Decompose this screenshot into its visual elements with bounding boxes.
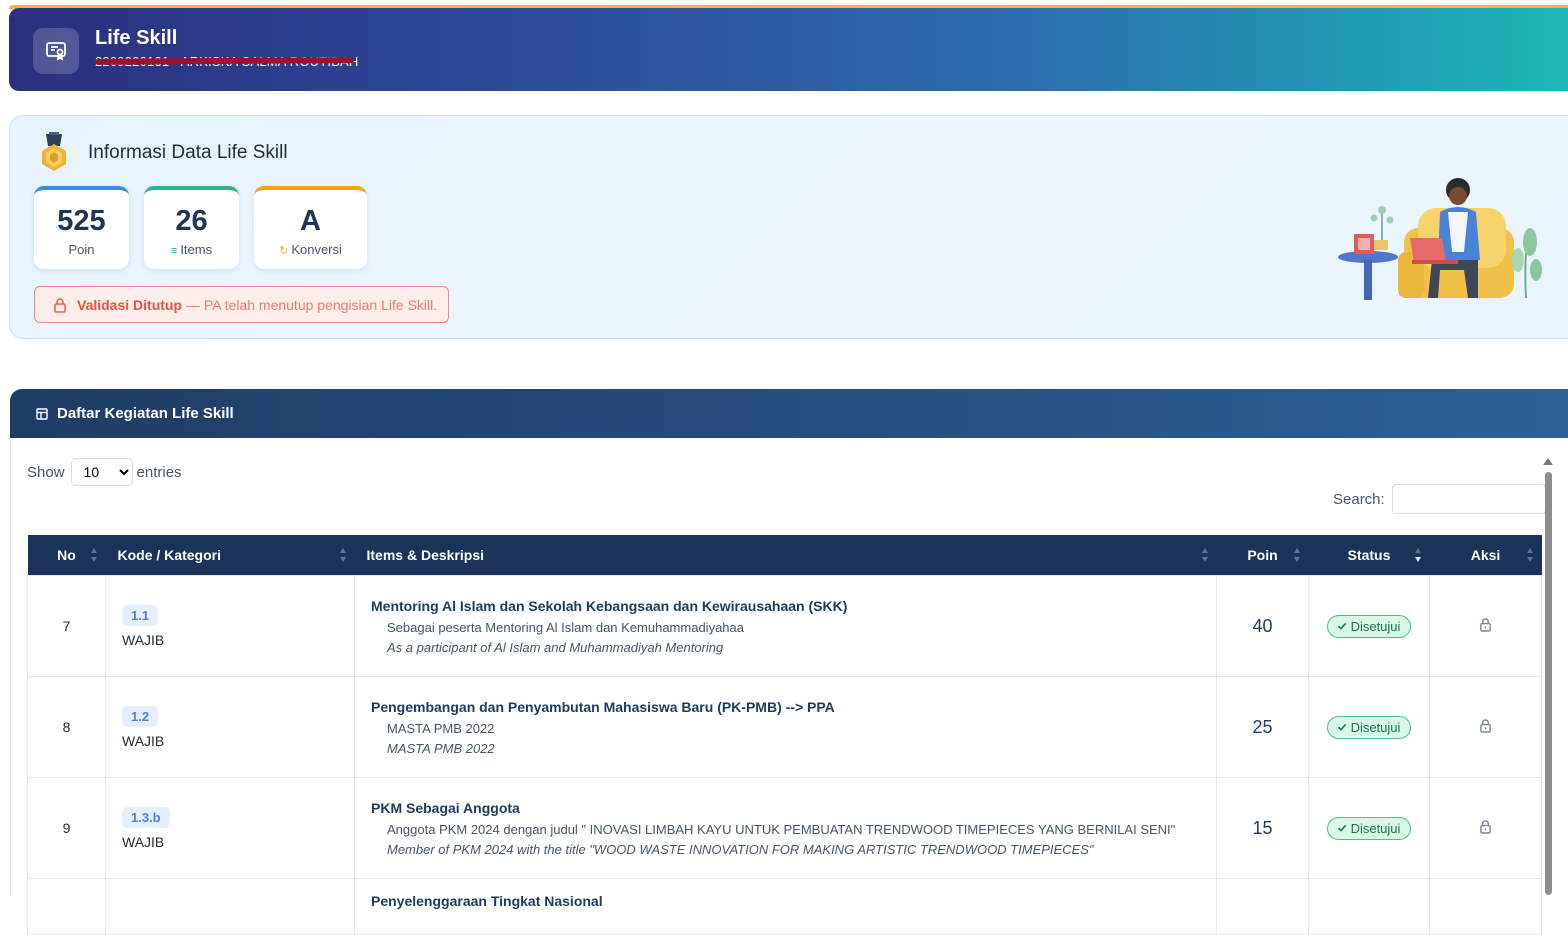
status-badge: Disetujui (1326, 715, 1412, 739)
activity-table: No Kode / Kategori Items & Deskripsi Poi… (27, 535, 1542, 935)
entries-label: entries (136, 463, 182, 481)
check-icon (1337, 824, 1346, 832)
scrollbar-thumb[interactable] (1545, 472, 1552, 895)
stat-label: Konversi (291, 242, 342, 257)
table-row: 9 1.3.b WAJIB PKM Sebagai Anggota Anggot… (27, 777, 1542, 879)
kategori-label: WAJIB (122, 833, 165, 850)
search-control: Search: (1333, 484, 1546, 514)
lock-icon (54, 297, 66, 313)
alert-title: Validasi Ditutup (77, 296, 183, 313)
item-title: PKM Sebagai Anggota (371, 799, 520, 816)
page-header: Life Skill 2209220131 - ARKISKA SALMA RO… (9, 8, 1568, 91)
lock-icon (1480, 719, 1491, 733)
table-row: 8 1.2 WAJIB Pengembangan dan Penyambutan… (27, 676, 1542, 778)
item-description: Anggota PKM 2024 dengan judul " INOVASI … (387, 821, 1176, 837)
sort-icon (90, 548, 98, 562)
row-number: 9 (27, 777, 106, 879)
kode-badge: 1.3.b (122, 806, 170, 828)
sort-icon (1526, 548, 1534, 562)
stat-value: A (300, 205, 321, 237)
table-row: 7 1.1 WAJIB Mentoring Al Islam dan Sekol… (27, 575, 1542, 677)
sort-icon (1293, 548, 1301, 562)
sort-desc-icon (1414, 548, 1422, 562)
kode-badge: 1.2 (122, 705, 159, 727)
column-header-aksi[interactable]: Aksi (1429, 535, 1542, 576)
table-row: Penyelenggaraan Tingkat Nasional (27, 878, 1542, 935)
item-points: 25 (1216, 676, 1309, 778)
status-badge: Disetujui (1326, 816, 1412, 840)
person-laptop-illustration (1338, 178, 1542, 300)
info-card: Informasi Data Life Skill 525 Poin 26 ≡ I… (9, 115, 1568, 339)
item-points: 40 (1216, 575, 1309, 677)
activity-list-title: Daftar Kegiatan Life Skill (57, 405, 234, 422)
activity-list-header: Daftar Kegiatan Life Skill (10, 389, 1568, 438)
stat-card-konversi: A ↻ Konversi (254, 186, 367, 269)
search-label: Search: (1333, 490, 1385, 508)
page-length-control: Show 10 25 50 100 entries (27, 458, 182, 486)
search-input[interactable] (1391, 484, 1546, 514)
stat-label: Items (180, 242, 213, 257)
item-title: Pengembangan dan Penyambutan Mahasiswa B… (371, 698, 835, 715)
activity-list-body: Show 10 25 50 100 entries Search: No Kod… (10, 438, 1546, 935)
table-icon (36, 407, 48, 420)
kategori-label: WAJIB (122, 631, 165, 648)
check-icon (1337, 622, 1346, 630)
item-description-en: As a participant of Al Islam and Muhamma… (387, 639, 724, 655)
info-title: Informasi Data Life Skill (88, 142, 288, 163)
page-title: Life Skill (95, 27, 178, 49)
item-title: Penyelenggaraan Tingkat Nasional (371, 893, 603, 909)
column-header-no[interactable]: No (27, 535, 106, 576)
alert-text: — PA telah menutup pengisian Life Skill. (186, 296, 438, 313)
row-number: 8 (27, 676, 106, 778)
column-header-status[interactable]: Status (1308, 535, 1430, 576)
column-header-items[interactable]: Items & Deskripsi (354, 535, 1217, 576)
page-length-select[interactable]: 10 25 50 100 (70, 458, 133, 486)
stat-card-poin: 525 Poin (34, 186, 129, 269)
show-label: Show (27, 463, 65, 481)
medal-icon (42, 132, 66, 171)
column-header-poin[interactable]: Poin (1216, 535, 1309, 576)
kategori-label: WAJIB (122, 732, 165, 749)
check-icon (1337, 723, 1346, 731)
item-title: Mentoring Al Islam dan Sekolah Kebangsaa… (371, 597, 848, 614)
kode-badge: 1.1 (122, 604, 159, 626)
stat-value: 26 (175, 205, 208, 237)
item-points: 15 (1216, 777, 1309, 879)
item-description-en: Member of PKM 2024 with the title "WOOD … (387, 841, 1094, 857)
stat-label: Poin (68, 242, 95, 257)
row-number: 7 (27, 575, 106, 677)
item-description-en: MASTA PMB 2022 (387, 740, 495, 756)
refresh-icon: ↻ (279, 245, 289, 257)
validation-closed-alert: Validasi Ditutup — PA telah menutup peng… (34, 286, 449, 323)
status-badge: Disetujui (1326, 614, 1412, 638)
certificate-icon (33, 28, 79, 74)
lock-icon (1480, 618, 1491, 632)
item-description: Sebagai peserta Mentoring Al Islam dan K… (387, 619, 744, 635)
sort-icon (1201, 548, 1209, 562)
sort-icon (339, 548, 347, 562)
list-icon: ≡ (170, 245, 178, 257)
page-scrollbar[interactable] (1543, 458, 1553, 895)
scroll-up-arrow-icon[interactable] (1543, 458, 1553, 465)
item-description: MASTA PMB 2022 (387, 720, 495, 736)
stat-card-items: 26 ≡ Items (144, 186, 239, 269)
column-header-kode[interactable]: Kode / Kategori (105, 535, 355, 576)
lock-icon (1480, 820, 1491, 834)
stat-value: 525 (57, 205, 106, 237)
